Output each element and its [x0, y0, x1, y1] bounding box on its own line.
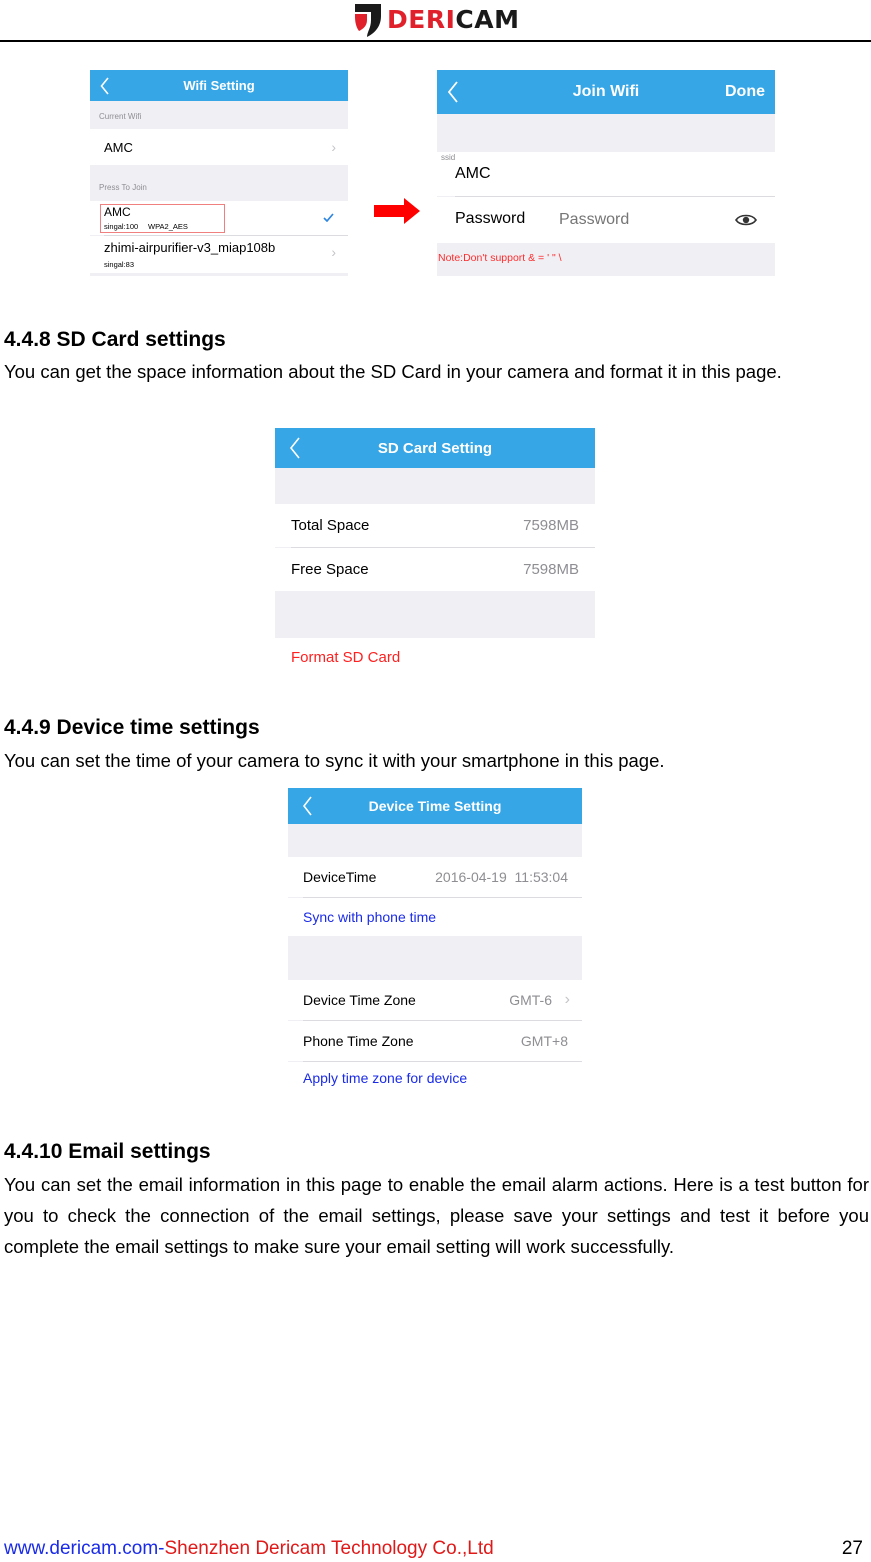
format-sd-card-button[interactable]: Format SD Card: [275, 638, 595, 672]
section-paragraph: You can set the email information in thi…: [4, 1174, 869, 1257]
network-ssid: AMC: [104, 205, 131, 219]
network-signal: singal:100: [104, 222, 139, 231]
page-footer: www.dericam.com-Shenzhen Dericam Technol…: [4, 1538, 494, 1560]
logo-wordmark: DERICAM: [387, 2, 519, 38]
logo-text-red: DERI: [387, 5, 456, 34]
join-wifi-screenshot: Join Wifi Done ssid AMC Password Note:Do…: [437, 70, 775, 276]
network-signal: singal:83: [104, 260, 135, 269]
section-heading: 4.4.9 Device time settings: [4, 716, 260, 739]
network-list-item[interactable]: zhimi-airpurifier-v3_miap108b singal:83 …: [90, 236, 348, 273]
phone-tz-value: GMT+8: [520, 1033, 568, 1049]
screen-title: Join Wifi: [572, 83, 640, 100]
footer-company: Shenzhen Dericam Technology Co.,Ltd: [164, 1538, 494, 1559]
network-security: WPA2_AES: [148, 222, 188, 231]
chevron-right-icon: ›: [564, 991, 570, 1008]
chevron-left-icon: [289, 437, 300, 459]
row-label: Free Space: [291, 561, 369, 578]
format-label: Format SD Card: [291, 649, 401, 666]
sync-label: Sync with phone time: [303, 909, 437, 925]
apply-label: Apply time zone for device: [303, 1070, 468, 1086]
arrow-right-icon: [374, 198, 420, 224]
footer-website-link[interactable]: www.dericam.com-: [4, 1538, 164, 1559]
checkmark-icon: [323, 213, 334, 222]
password-input[interactable]: [559, 207, 719, 233]
screen-title: SD Card Setting: [377, 439, 493, 457]
chevron-left-icon: [100, 76, 109, 95]
network-list-item[interactable]: AMC singal:100 WPA2_AES: [90, 201, 348, 235]
navbar: Join Wifi Done: [437, 70, 775, 114]
password-label: Password: [455, 210, 526, 227]
dericam-logo: DERICAM: [353, 2, 519, 38]
back-button[interactable]: [447, 70, 459, 114]
ssid-label: ssid: [441, 153, 456, 162]
section-paragraph: You can set the time of your camera to s…: [4, 750, 665, 771]
page-number: 27: [841, 1538, 863, 1559]
password-row: Password: [437, 197, 775, 243]
chevron-left-icon: [302, 796, 312, 816]
device-time-label: DeviceTime: [303, 869, 377, 885]
screen-title: Device Time Setting: [368, 798, 502, 814]
network-ssid: zhimi-airpurifier-v3_miap108b: [104, 240, 276, 255]
device-time-zone-row[interactable]: Device Time Zone GMT-6 ›: [288, 980, 582, 1020]
current-wifi-name: AMC: [104, 139, 133, 155]
phone-time-zone-row: Phone Time Zone GMT+8: [288, 1021, 582, 1061]
wifi-setting-screenshot: Wifi Setting Current Wifi AMC › Press To…: [90, 70, 348, 276]
device-tz-value: GMT-6: [509, 992, 552, 1008]
sd-card-setting-screenshot: SD Card Setting Total Space 7598MB Free …: [275, 428, 595, 672]
screen-title: Wifi Setting: [183, 78, 255, 93]
eye-icon[interactable]: [735, 213, 757, 227]
back-button[interactable]: [289, 428, 301, 468]
press-to-join-label: Press To Join: [99, 183, 147, 192]
dericam-shield-icon: [353, 2, 383, 38]
free-space-row: Free Space 7598MB: [275, 548, 595, 591]
page-header: DERICAM: [0, 0, 871, 42]
navbar: Wifi Setting: [90, 70, 348, 101]
done-button[interactable]: Done: [725, 70, 765, 114]
chevron-right-icon: ›: [331, 139, 336, 155]
back-button[interactable]: [302, 788, 313, 824]
unsupported-chars-note: Note:Don't support & = ' " \: [438, 252, 562, 264]
ssid-field[interactable]: ssid AMC: [437, 152, 775, 196]
phone-tz-label: Phone Time Zone: [303, 1033, 414, 1049]
current-wifi-row[interactable]: AMC ›: [90, 129, 348, 165]
section-heading: 4.4.10 Email settings: [4, 1140, 211, 1163]
device-time-value: 2016-04-19 11:53:04: [435, 869, 568, 885]
ssid-value: AMC: [455, 165, 491, 182]
sync-with-phone-time-button[interactable]: Sync with phone time: [288, 898, 582, 936]
logo-text-dark: CAM: [455, 5, 520, 34]
chevron-left-icon: [447, 81, 458, 103]
section-heading: 4.4.8 SD Card settings: [4, 328, 226, 351]
back-button[interactable]: [100, 70, 110, 101]
row-value: 7598MB: [523, 517, 579, 534]
navbar: Device Time Setting: [288, 788, 582, 824]
navbar: SD Card Setting: [275, 428, 595, 468]
row-value: 7598MB: [523, 561, 579, 578]
device-tz-label: Device Time Zone: [303, 992, 416, 1008]
device-time-setting-screenshot: Device Time Setting DeviceTime 2016-04-1…: [288, 788, 582, 1094]
device-time-row: DeviceTime 2016-04-19 11:53:04: [288, 857, 582, 897]
chevron-right-icon: ›: [331, 244, 336, 260]
current-wifi-label: Current Wifi: [99, 112, 142, 121]
total-space-row: Total Space 7598MB: [275, 504, 595, 547]
section-paragraph: You can get the space information about …: [4, 361, 782, 382]
row-label: Total Space: [291, 517, 370, 534]
apply-time-zone-button[interactable]: Apply time zone for device: [288, 1062, 582, 1094]
